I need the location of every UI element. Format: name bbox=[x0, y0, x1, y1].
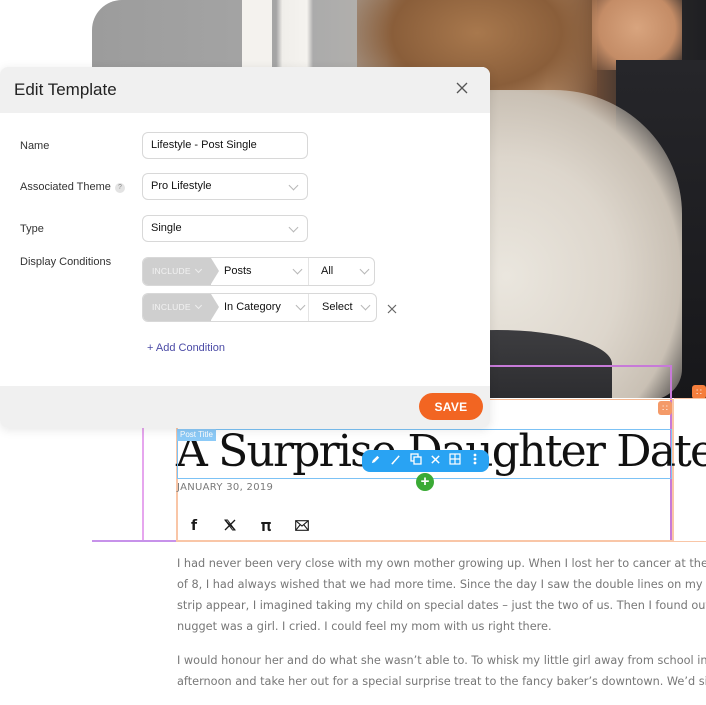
help-icon[interactable]: ? bbox=[114, 183, 125, 193]
include-mode-value: INCLUDE bbox=[152, 302, 191, 312]
article-paragraph: I had never been very close with my own … bbox=[177, 553, 706, 637]
condition-scope-select[interactable]: All bbox=[321, 258, 374, 285]
close-icon[interactable] bbox=[452, 78, 472, 98]
pencil-icon[interactable] bbox=[368, 450, 384, 472]
row-grid-handle[interactable]: ∷ bbox=[692, 385, 706, 399]
associated-theme-label: Associated Theme? bbox=[20, 181, 125, 193]
dialog-header: Edit Template bbox=[0, 67, 490, 113]
name-input[interactable]: Lifestyle - Post Single bbox=[142, 132, 308, 159]
element-label-tag: Post Title bbox=[177, 429, 216, 441]
associated-theme-select[interactable]: Pro Lifestyle bbox=[142, 173, 308, 200]
column-grid-handle[interactable]: ∷ bbox=[658, 401, 672, 415]
email-icon[interactable] bbox=[294, 518, 310, 534]
article-paragraph: I would honour her and do what she wasn’… bbox=[177, 650, 706, 692]
type-select[interactable]: Single bbox=[142, 215, 308, 242]
condition-row: INCLUDE In Category Select bbox=[142, 293, 377, 322]
row-outline-top bbox=[674, 398, 706, 399]
condition-scope-select[interactable]: Select bbox=[322, 294, 376, 321]
condition-target-select[interactable]: Posts bbox=[224, 258, 308, 285]
chevron-down-icon bbox=[359, 264, 370, 275]
name-label: Name bbox=[20, 140, 50, 152]
save-button[interactable]: SAVE bbox=[419, 393, 483, 420]
add-condition-link[interactable]: + Add Condition bbox=[147, 342, 225, 354]
type-value: Single bbox=[151, 222, 182, 234]
x-icon[interactable] bbox=[222, 518, 238, 534]
delete-icon[interactable] bbox=[427, 450, 443, 472]
article-body: I had never been very close with my own … bbox=[177, 553, 706, 705]
body-line: I would honour her and do what she wasn’… bbox=[177, 654, 706, 667]
more-icon[interactable] bbox=[467, 450, 483, 472]
condition-target-value: Posts bbox=[224, 265, 252, 277]
chevron-down-icon bbox=[295, 300, 306, 311]
body-line: nugget was a girl. I cried. I could feel… bbox=[177, 620, 552, 633]
chevron-down-icon bbox=[288, 222, 299, 233]
edit-template-dialog: Edit Template Name Lifestyle - Post Sing… bbox=[0, 67, 490, 428]
element-toolbar bbox=[362, 450, 489, 472]
condition-row: INCLUDE Posts All bbox=[142, 257, 375, 286]
row-outline-bottom bbox=[674, 541, 706, 542]
chevron-down-icon bbox=[194, 301, 203, 310]
share-icons: f 𝛑 bbox=[186, 516, 310, 536]
condition-scope-value: All bbox=[321, 265, 334, 277]
condition-target-select[interactable]: In Category bbox=[224, 294, 308, 321]
type-label: Type bbox=[20, 223, 44, 235]
associated-theme-label-text: Associated Theme bbox=[20, 181, 111, 193]
body-line: I had never been very close with my own … bbox=[177, 557, 706, 570]
associated-theme-value: Pro Lifestyle bbox=[151, 180, 212, 192]
chevron-down-icon bbox=[292, 264, 303, 275]
post-date: JANUARY 30, 2019 bbox=[177, 482, 274, 493]
section-outline-bottom bbox=[92, 540, 178, 542]
pinterest-icon[interactable]: 𝛑 bbox=[258, 516, 274, 536]
name-value: Lifestyle - Post Single bbox=[151, 139, 257, 151]
condition-scope-value: Select bbox=[322, 301, 353, 313]
facebook-icon[interactable]: f bbox=[186, 518, 202, 534]
remove-condition-icon[interactable] bbox=[386, 302, 398, 314]
dialog-footer: SAVE bbox=[0, 386, 490, 428]
brush-icon[interactable] bbox=[388, 450, 404, 472]
divider bbox=[308, 258, 309, 285]
grid-icon[interactable] bbox=[447, 450, 463, 472]
chevron-down-icon bbox=[194, 265, 203, 274]
include-mode-select[interactable]: INCLUDE bbox=[143, 294, 219, 321]
duplicate-icon[interactable] bbox=[408, 450, 424, 472]
chevron-down-icon bbox=[288, 180, 299, 191]
dialog-title: Edit Template bbox=[14, 80, 117, 99]
include-mode-value: INCLUDE bbox=[152, 266, 191, 276]
include-mode-select[interactable]: INCLUDE bbox=[143, 258, 219, 285]
add-element-button[interactable]: + bbox=[416, 473, 434, 491]
body-line: of 8, I had always wished that we had mo… bbox=[177, 578, 706, 591]
divider bbox=[308, 294, 309, 321]
display-conditions-label: Display Conditions bbox=[20, 256, 112, 268]
chevron-down-icon bbox=[360, 300, 371, 311]
condition-target-value: In Category bbox=[224, 301, 281, 313]
body-line: strip appear, I imagined taking my child… bbox=[177, 599, 706, 612]
